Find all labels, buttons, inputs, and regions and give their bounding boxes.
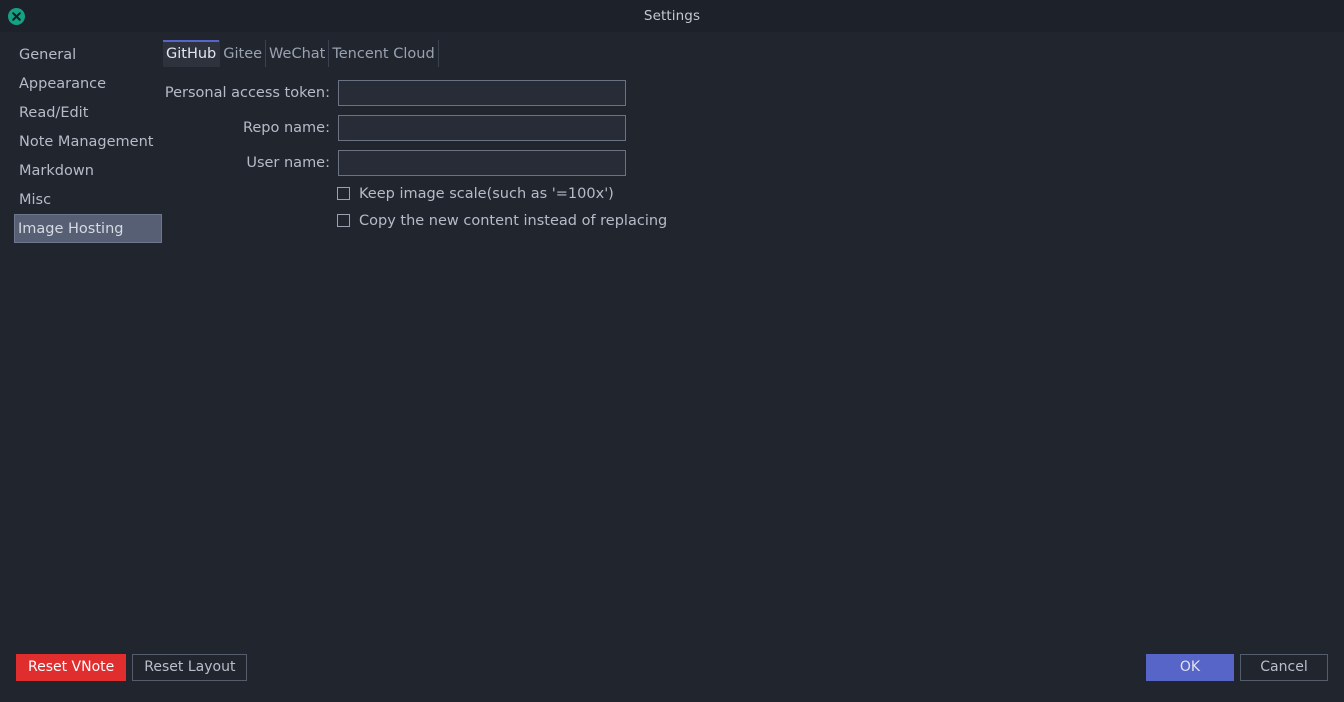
keep-image-scale-checkbox-row[interactable]: Keep image scale(such as '=100x') <box>163 180 1344 207</box>
footer-left-group: Reset VNote Reset Layout <box>16 653 248 681</box>
cancel-button[interactable]: Cancel <box>1240 653 1328 681</box>
sidebar-item-label: Markdown <box>19 162 94 179</box>
reset-vnote-button[interactable]: Reset VNote <box>16 653 127 681</box>
checkbox-unchecked-icon[interactable] <box>337 187 350 200</box>
sidebar-item-image-hosting[interactable]: Image Hosting <box>14 214 162 243</box>
personal-access-token-input[interactable] <box>338 79 626 106</box>
settings-window: Settings General Appearance Read/Edit No… <box>0 0 1344 702</box>
tab-wechat[interactable]: WeChat <box>266 40 330 67</box>
copy-new-content-checkbox-row[interactable]: Copy the new content instead of replacin… <box>163 207 1344 234</box>
sidebar-item-label: Image Hosting <box>18 220 124 237</box>
reset-layout-button[interactable]: Reset Layout <box>132 653 248 681</box>
repo-name-row: Repo name: <box>163 110 1344 145</box>
checkbox-unchecked-icon[interactable] <box>337 214 350 227</box>
image-hosting-tabbar: GitHub Gitee WeChat Tencent Cloud <box>163 40 1344 67</box>
sidebar-item-note-management[interactable]: Note Management <box>2 127 161 156</box>
personal-access-token-row: Personal access token: <box>163 75 1344 110</box>
close-x-glyph <box>12 12 21 21</box>
user-name-input[interactable] <box>338 149 626 176</box>
tab-label: WeChat <box>269 45 326 62</box>
settings-body: General Appearance Read/Edit Note Manage… <box>0 32 1344 646</box>
footer-right-group: OK Cancel <box>1146 653 1328 681</box>
settings-sidebar: General Appearance Read/Edit Note Manage… <box>0 32 163 243</box>
sidebar-item-label: General <box>19 46 77 63</box>
user-name-row: User name: <box>163 145 1344 180</box>
tab-tencent-cloud[interactable]: Tencent Cloud <box>329 40 439 67</box>
tab-label: Gitee <box>223 45 263 62</box>
sidebar-item-markdown[interactable]: Markdown <box>2 156 161 185</box>
repo-name-input[interactable] <box>338 114 626 141</box>
title-bar: Settings <box>0 0 1344 32</box>
sidebar-item-appearance[interactable]: Appearance <box>2 69 161 98</box>
sidebar-item-label: Note Management <box>19 133 154 150</box>
sidebar-item-label: Appearance <box>19 75 107 92</box>
keep-image-scale-label: Keep image scale(such as '=100x') <box>359 185 614 202</box>
tab-label: GitHub <box>166 45 217 62</box>
settings-content: GitHub Gitee WeChat Tencent Cloud Person… <box>163 32 1344 234</box>
personal-access-token-label: Personal access token: <box>164 84 330 101</box>
sidebar-item-misc[interactable]: Misc <box>2 185 161 214</box>
ok-button[interactable]: OK <box>1146 653 1234 681</box>
tab-label: Tencent Cloud <box>332 45 435 62</box>
dialog-footer: Reset VNote Reset Layout OK Cancel <box>0 646 1344 702</box>
tab-github[interactable]: GitHub <box>163 40 221 67</box>
sidebar-item-label: Read/Edit <box>19 104 89 121</box>
page-title: Settings <box>643 8 701 24</box>
sidebar-item-label: Misc <box>19 191 52 208</box>
close-circle-icon[interactable] <box>8 8 25 25</box>
user-name-label: User name: <box>246 154 330 171</box>
tab-gitee[interactable]: Gitee <box>220 40 267 67</box>
sidebar-item-general[interactable]: General <box>2 40 161 69</box>
repo-name-label: Repo name: <box>242 119 330 136</box>
copy-new-content-label: Copy the new content instead of replacin… <box>359 212 668 229</box>
github-settings-form: Personal access token: Repo name: User n… <box>163 75 1344 234</box>
sidebar-item-read-edit[interactable]: Read/Edit <box>2 98 161 127</box>
